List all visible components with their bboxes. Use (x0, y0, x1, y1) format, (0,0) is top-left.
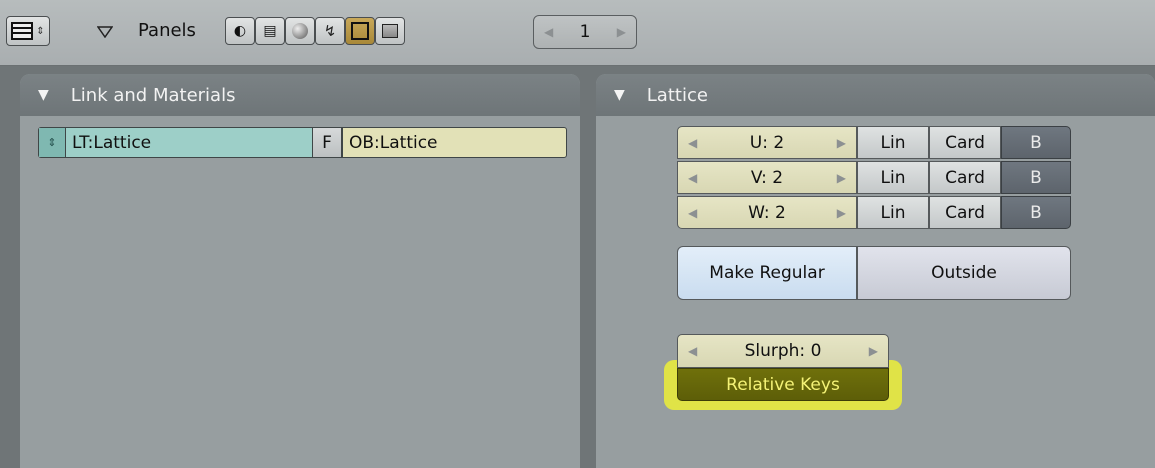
v-value: V: 2 (750, 167, 784, 188)
v-resolution-field[interactable]: ◀ V: 2 ▶ (677, 161, 857, 194)
shading-icon (292, 23, 308, 39)
u-value: U: 2 (749, 132, 785, 153)
slurph-value: Slurph: 0 (744, 341, 822, 361)
editing-icon (351, 22, 369, 40)
current-frame-value: 1 (579, 22, 591, 42)
decrement-arrow-icon[interactable]: ◀ (688, 206, 697, 220)
scene-context-button[interactable] (375, 17, 405, 45)
w-value: W: 2 (748, 202, 786, 223)
w-bspline-button[interactable]: B (1001, 196, 1071, 229)
slurph-field[interactable]: ◀ Slurph: 0 ▶ (677, 334, 889, 368)
increment-arrow-icon[interactable]: ▶ (837, 206, 846, 220)
v-card-button[interactable]: Card (929, 161, 1001, 194)
script-context-button[interactable]: ▤ (255, 17, 285, 45)
lattice-data-field[interactable]: ⇕ LT:Lattice (38, 127, 336, 158)
decrement-arrow-icon[interactable]: ◀ (688, 344, 697, 358)
window-type-menu[interactable]: ⇕ (6, 16, 50, 46)
decrement-arrow-icon[interactable]: ◀ (544, 25, 553, 39)
current-frame-field[interactable]: ◀ 1 ▶ (533, 15, 637, 49)
increment-arrow-icon[interactable]: ▶ (837, 136, 846, 150)
panel-header[interactable]: ▼ Lattice (596, 74, 1155, 116)
increment-arrow-icon[interactable]: ▶ (869, 344, 878, 358)
panel-title: Lattice (646, 84, 708, 106)
collapse-triangle-icon[interactable]: ▼ (614, 87, 625, 103)
make-regular-button[interactable]: Make Regular (677, 246, 857, 300)
u-bspline-button[interactable]: B (1001, 126, 1071, 159)
editing-context-button[interactable] (345, 17, 375, 45)
object-name-field[interactable]: OB:Lattice (342, 127, 567, 158)
v-lin-button[interactable]: Lin (857, 161, 929, 194)
increment-arrow-icon[interactable]: ▶ (617, 25, 626, 39)
object-context-button[interactable]: ↯ (315, 17, 345, 45)
object-icon: ↯ (323, 22, 337, 40)
collapse-triangle-icon[interactable]: ▼ (38, 87, 49, 103)
w-lin-button[interactable]: Lin (857, 196, 929, 229)
outside-toggle-button[interactable]: Outside (857, 246, 1071, 300)
lattice-data-name: LT:Lattice (72, 132, 152, 153)
collapse-menu-triangle-icon[interactable] (96, 23, 114, 43)
buttons-window-header: ⇕ Panels ◐ ▤ ↯ ◀ 1 ▶ (0, 0, 1155, 66)
u-card-button[interactable]: Card (929, 126, 1001, 159)
updown-arrows-icon: ⇕ (36, 25, 45, 37)
fake-user-button[interactable]: F (312, 127, 342, 158)
decrement-arrow-icon[interactable]: ◀ (688, 136, 697, 150)
shading-context-button[interactable] (285, 17, 315, 45)
w-resolution-field[interactable]: ◀ W: 2 ▶ (677, 196, 857, 229)
logic-icon: ◐ (233, 23, 247, 39)
scene-icon (382, 24, 398, 38)
relative-keys-toggle[interactable]: Relative Keys (677, 368, 889, 401)
buttons-window-icon (11, 22, 34, 40)
panel-title: Link and Materials (70, 84, 236, 106)
logic-context-button[interactable]: ◐ (225, 17, 255, 45)
panel-header[interactable]: ▼ Link and Materials (20, 74, 580, 116)
increment-arrow-icon[interactable]: ▶ (837, 171, 846, 185)
w-card-button[interactable]: Card (929, 196, 1001, 229)
u-lin-button[interactable]: Lin (857, 126, 929, 159)
v-bspline-button[interactable]: B (1001, 161, 1071, 194)
browse-updown-icon[interactable]: ⇕ (39, 128, 66, 157)
script-icon: ▤ (263, 23, 277, 39)
u-resolution-field[interactable]: ◀ U: 2 ▶ (677, 126, 857, 159)
decrement-arrow-icon[interactable]: ◀ (688, 171, 697, 185)
panels-label[interactable]: Panels (138, 20, 196, 41)
